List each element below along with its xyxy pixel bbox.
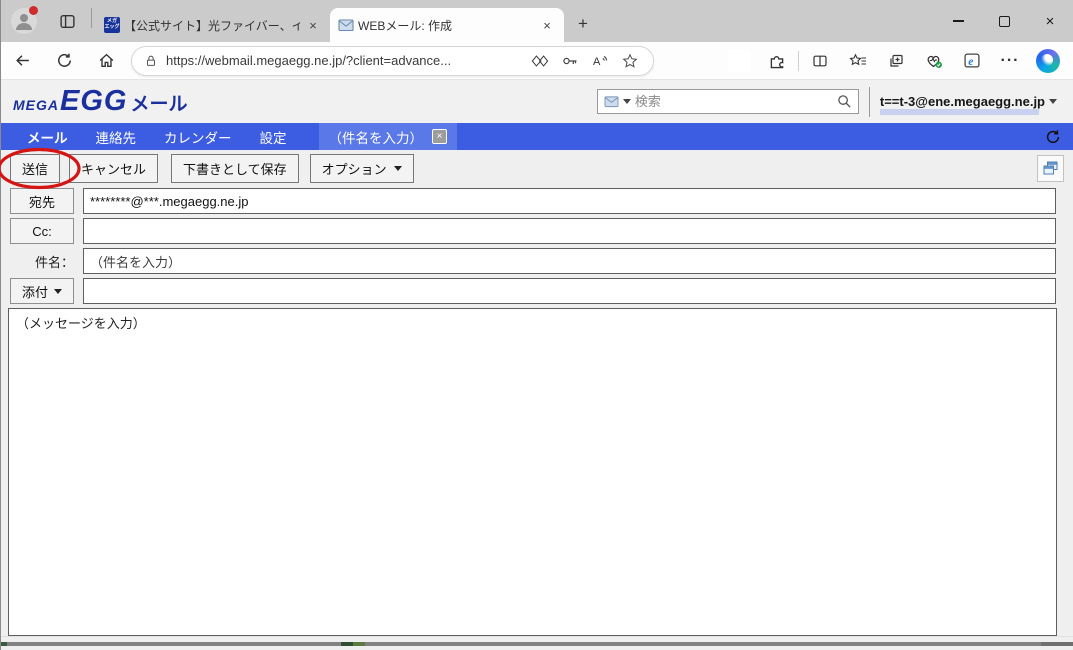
new-tab-button[interactable]: + — [570, 11, 596, 37]
search-box[interactable] — [597, 89, 859, 114]
browser-titlebar: メガエッグ 【公式サイト】光ファイバー、インターネッ... × WEBメール: … — [1, 0, 1073, 42]
minimize-button[interactable] — [935, 0, 981, 42]
cancel-button[interactable]: キャンセル — [69, 154, 158, 183]
tab-divider — [91, 8, 92, 28]
compose-tab-close-icon[interactable]: × — [432, 129, 447, 144]
url-text: https://webmail.megaegg.ne.jp/?client=ad… — [166, 53, 525, 68]
browser-essentials-icon[interactable] — [915, 46, 953, 76]
more-options-icon[interactable]: ··· — [991, 46, 1029, 76]
collections-icon[interactable] — [877, 46, 915, 76]
webmail-navbar: メール 連絡先 カレンダー 設定 （件名を入力） × — [1, 123, 1073, 150]
maximize-button[interactable] — [981, 0, 1027, 42]
compose-fields: 宛先 Cc: 件名： 添付 — [1, 186, 1073, 304]
nav-item-settings[interactable]: 設定 — [258, 123, 289, 150]
favorite-star-icon[interactable] — [615, 48, 645, 74]
nav-item-mail[interactable]: メール — [25, 123, 70, 150]
svg-text:e: e — [968, 55, 973, 68]
megaegg-favicon: メガエッグ — [104, 17, 120, 33]
account-highlight — [880, 109, 1039, 115]
tab-title: 【公式サイト】光ファイバー、インターネッ... — [124, 17, 300, 34]
nav-item-calendar[interactable]: カレンダー — [162, 123, 234, 150]
mail-scope-icon — [604, 95, 619, 108]
split-screen-icon[interactable] — [801, 46, 839, 76]
envelope-favicon — [338, 17, 354, 33]
to-input[interactable] — [83, 188, 1056, 214]
subject-input[interactable] — [83, 248, 1056, 274]
password-key-icon[interactable] — [555, 48, 585, 74]
close-button[interactable]: × — [1027, 0, 1073, 42]
browser-window: メガエッグ 【公式サイト】光ファイバー、インターネッ... × WEBメール: … — [0, 0, 1073, 650]
search-input[interactable] — [635, 94, 837, 109]
refresh-icon[interactable] — [43, 45, 85, 77]
scope-dropdown-caret[interactable] — [623, 99, 631, 104]
blank-extension-icon[interactable] — [720, 46, 758, 76]
attach-button[interactable]: 添付 — [10, 278, 74, 304]
toolbar-divider — [798, 51, 799, 71]
back-icon[interactable] — [1, 45, 43, 77]
account-email: t==t-3@ene.megaegg.ne.jp — [880, 94, 1045, 109]
attach-caret-icon — [54, 289, 62, 294]
link-icon[interactable] — [525, 48, 555, 74]
taskbar-edge — [1, 642, 1073, 646]
account-menu[interactable]: t==t-3@ene.megaegg.ne.jp — [880, 94, 1061, 109]
browser-tab-megaegg-site[interactable]: メガエッグ 【公式サイト】光ファイバー、インターネッ... × — [96, 8, 330, 42]
cc-input[interactable] — [83, 218, 1056, 244]
address-bar[interactable]: https://webmail.megaegg.ne.jp/?client=ad… — [131, 46, 654, 76]
compose-toolbar: 送信 キャンセル 下書きとして保存 オプション — [1, 150, 1073, 186]
webmail-header: MEGA EGG メール t==t-3@ene.megaegg.ne.jp — [1, 80, 1073, 123]
account-dropdown-caret — [1049, 99, 1057, 104]
compose-tab-label: （件名を入力） — [329, 127, 424, 147]
nav-item-contacts[interactable]: 連絡先 — [94, 123, 139, 150]
svg-text:A: A — [593, 56, 601, 68]
send-button[interactable]: 送信 — [10, 154, 60, 183]
options-button[interactable]: オプション — [310, 154, 414, 183]
cc-button[interactable]: Cc: — [10, 218, 74, 244]
options-caret-icon — [394, 166, 402, 171]
to-button[interactable]: 宛先 — [10, 188, 74, 214]
lock-icon — [144, 54, 158, 68]
search-icon[interactable] — [837, 94, 852, 109]
ie-mode-icon[interactable]: e — [953, 46, 991, 76]
home-icon[interactable] — [85, 45, 127, 77]
browser-toolbar: https://webmail.megaegg.ne.jp/?client=ad… — [1, 42, 1073, 80]
header-divider — [869, 87, 870, 117]
reload-icon[interactable] — [1045, 129, 1061, 145]
popup-windows-icon — [1042, 160, 1059, 176]
open-in-window-button[interactable] — [1037, 155, 1064, 182]
notification-dot — [29, 6, 38, 15]
subject-label: 件名： — [10, 252, 74, 271]
compose-tab[interactable]: （件名を入力） × — [319, 123, 458, 150]
profile-avatar[interactable] — [11, 8, 37, 34]
tab-title: WEBメール: 作成 — [358, 17, 534, 34]
read-aloud-icon[interactable]: A — [585, 48, 615, 74]
message-body-input[interactable]: （メッセージを入力） — [8, 308, 1057, 636]
attach-input[interactable] — [83, 278, 1056, 304]
tab-close-icon[interactable]: × — [538, 16, 556, 34]
workspaces-icon[interactable] — [53, 7, 81, 35]
browser-tab-webmail[interactable]: WEBメール: 作成 × — [330, 8, 564, 42]
copilot-icon[interactable] — [1029, 46, 1067, 76]
tab-close-icon[interactable]: × — [304, 16, 322, 34]
save-draft-button[interactable]: 下書きとして保存 — [171, 154, 299, 183]
megaegg-logo[interactable]: MEGA EGG メール — [13, 85, 187, 118]
favorites-list-icon[interactable] — [839, 46, 877, 76]
extensions-puzzle-icon[interactable] — [758, 46, 796, 76]
